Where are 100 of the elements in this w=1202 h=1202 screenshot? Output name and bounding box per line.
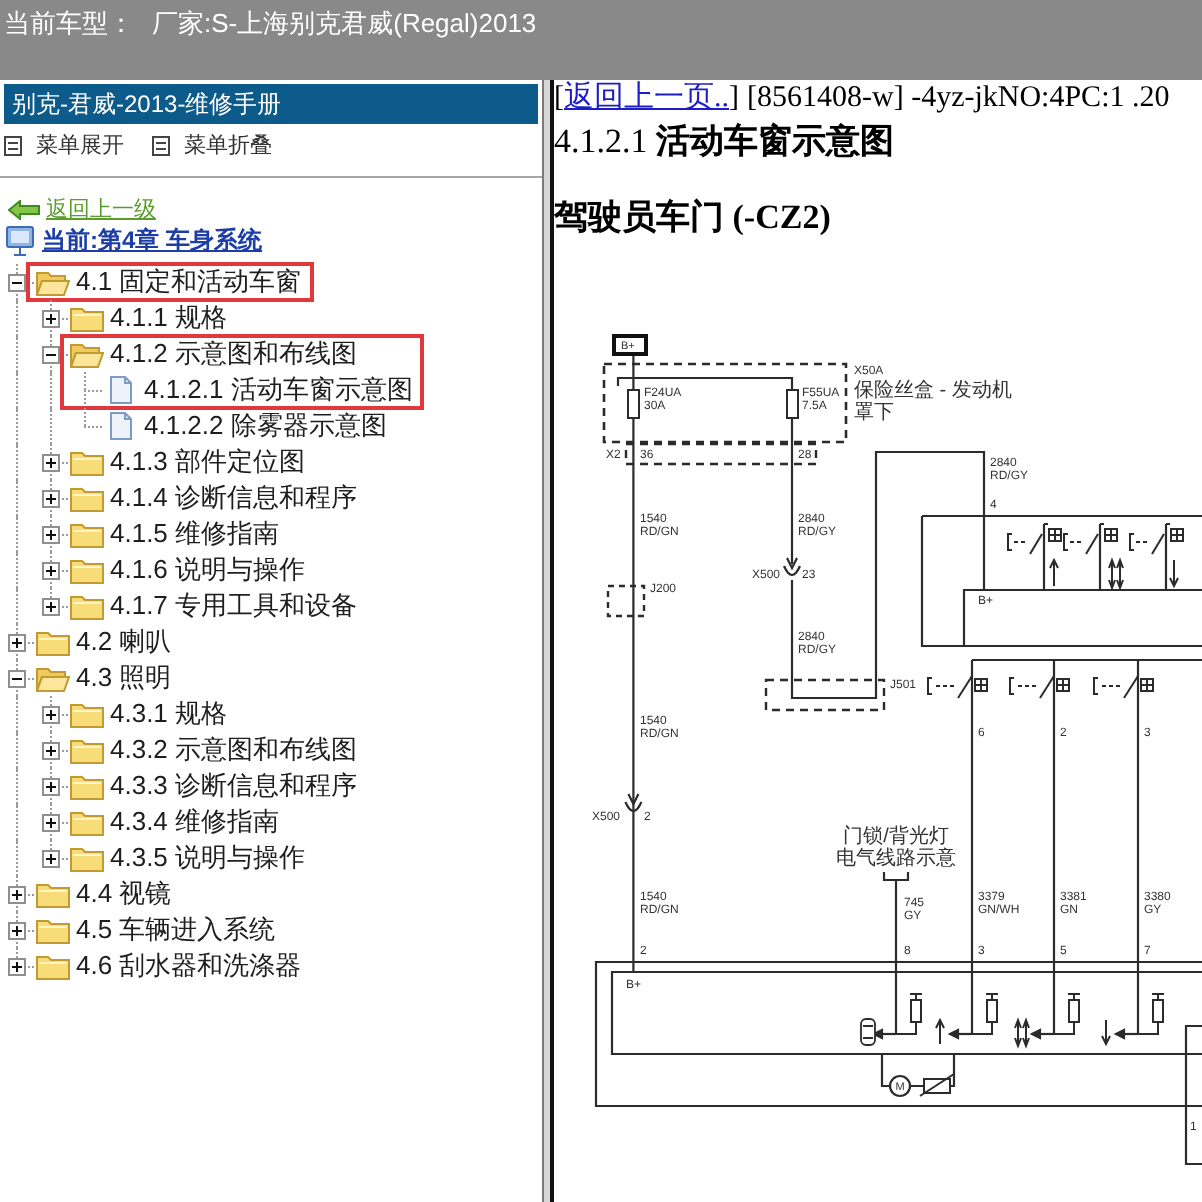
switch-symbol: [1063, 533, 1099, 555]
folder-icon: [69, 701, 103, 727]
folder-icon: [69, 845, 103, 871]
expand-icon[interactable]: [42, 454, 60, 472]
diagram-label: 门锁/背光灯 电气线路示意: [836, 826, 956, 870]
section-title: 驾驶员车门 (-CZ2): [554, 196, 833, 240]
actuator-icon: [1104, 528, 1118, 542]
expand-icon[interactable]: [42, 850, 60, 868]
open-folder-icon: [35, 665, 69, 691]
computer-icon: [6, 225, 34, 255]
terminal-box: [612, 334, 648, 356]
connector-symbol: [624, 792, 643, 813]
back-arrow-icon: [8, 200, 40, 220]
actuator-icon: [974, 678, 988, 692]
folder-icon: [69, 809, 103, 835]
down-arrow-icon: [1169, 559, 1179, 589]
up-arrow-icon: [1049, 557, 1059, 587]
expand-icon[interactable]: [8, 958, 26, 976]
up-arrow-icon: [935, 1017, 945, 1045]
list-icon: [152, 136, 170, 156]
open-folder-icon: [35, 269, 69, 295]
expand-icon[interactable]: [42, 778, 60, 796]
sensor-symbol: [919, 1073, 955, 1097]
document-id: [8561408-w] -4yz-jkNO:4PC:1 .20: [747, 82, 1170, 116]
vehicle-label: 当前车型：: [4, 8, 134, 40]
expand-icon[interactable]: [42, 310, 60, 328]
tree-item[interactable]: 4.4 视镜: [76, 878, 172, 910]
double-arrow-icon: [1014, 1017, 1030, 1049]
car-icon: [860, 1018, 876, 1046]
tree-item[interactable]: 4.5 车辆进入系统: [76, 914, 276, 946]
tree-item[interactable]: 4.1.1 规格: [110, 302, 228, 334]
expand-icon[interactable]: [42, 814, 60, 832]
expand-icon[interactable]: [42, 562, 60, 580]
folder-icon: [69, 593, 103, 619]
folder-icon: [69, 485, 103, 511]
motor-symbol: [888, 1074, 912, 1098]
fuse-symbol: [786, 389, 799, 419]
folder-icon: [69, 737, 103, 763]
folder-icon: [35, 881, 69, 907]
actuator-icon: [1048, 528, 1062, 542]
expand-icon[interactable]: [8, 922, 26, 940]
expand-icon[interactable]: [42, 490, 60, 508]
tree-item[interactable]: 4.1.2 示意图和布线图: [110, 338, 358, 370]
splice-outline: [606, 584, 646, 618]
folder-icon: [69, 773, 103, 799]
double-arrow-icon: [1108, 557, 1124, 591]
tree-item[interactable]: 4.1.6 说明与操作: [110, 554, 306, 586]
expand-icon[interactable]: [8, 886, 26, 904]
page-title: 4.1.2.1 活动车窗示意图: [554, 120, 896, 164]
page-icon: [109, 412, 131, 440]
folder-icon: [69, 521, 103, 547]
connector-symbol: [782, 556, 802, 577]
resistor-symbol: [895, 993, 923, 1035]
actuator-icon: [1056, 678, 1070, 692]
resistor-symbol: [1137, 993, 1165, 1035]
tree-item[interactable]: 4.1.2.1 活动车窗示意图: [144, 374, 413, 406]
collapse-icon[interactable]: [8, 274, 26, 292]
tree-item[interactable]: 4.1.4 诊断信息和程序: [110, 482, 358, 514]
expand-icon[interactable]: [42, 706, 60, 724]
collapse-icon[interactable]: [8, 670, 26, 688]
expand-icon[interactable]: [8, 634, 26, 652]
vehicle-name: 厂家:S-上海别克君威(Regal)2013: [152, 8, 537, 40]
switch-symbol: [1009, 675, 1055, 699]
splice-outline: [764, 678, 886, 712]
diagram-label: 保险丝盒 - 发动机 罩下: [854, 380, 1012, 424]
tree-item[interactable]: 4.3.5 说明与操作: [110, 842, 306, 874]
folder-icon: [35, 629, 69, 655]
open-folder-icon: [69, 341, 103, 367]
folder-icon: [35, 953, 69, 979]
actuator-icon: [1170, 528, 1184, 542]
actuator-icon: [1140, 678, 1154, 692]
sidebar-title: 别克-君威-2013-维修手册: [4, 84, 538, 124]
down-arrow-icon: [1101, 1019, 1111, 1047]
tree-item[interactable]: 4.1.3 部件定位图: [110, 446, 306, 478]
expand-icon[interactable]: [42, 598, 60, 616]
tree-item[interactable]: 4.3.3 诊断信息和程序: [110, 770, 358, 802]
folder-icon: [69, 305, 103, 331]
tree-item[interactable]: 4.3 照明: [76, 662, 172, 694]
tree-item[interactable]: 4.6 刮水器和洗涤器: [76, 950, 302, 982]
folder-icon: [69, 449, 103, 475]
expand-icon[interactable]: [42, 526, 60, 544]
switch-symbol: [1093, 675, 1139, 699]
menu-toggle-button[interactable]: 菜单展开: [4, 129, 124, 163]
tree-item[interactable]: 4.1 固定和活动车窗: [76, 266, 302, 298]
switch-symbol: [1007, 533, 1043, 555]
tree-item[interactable]: 4.2 喇叭: [76, 626, 172, 658]
tree-item[interactable]: 4.1.7 专用工具和设备: [110, 590, 358, 622]
back-link[interactable]: [返回上一页..]: [554, 82, 739, 116]
tree-item[interactable]: 4.3.2 示意图和布线图: [110, 734, 358, 766]
tree-item[interactable]: 4.1.2.2 除雾器示意图: [144, 410, 387, 442]
menu-toggle-button[interactable]: 菜单折叠: [152, 129, 272, 163]
collapse-icon[interactable]: [42, 346, 60, 364]
tree-item[interactable]: 4.3.4 维修指南: [110, 806, 280, 838]
tree-item[interactable]: 4.1.5 维修指南: [110, 518, 280, 550]
chapter-link[interactable]: 当前:第4章 车身系统: [42, 222, 263, 258]
expand-icon[interactable]: [42, 742, 60, 760]
switch-symbol: [927, 675, 973, 699]
tree-item[interactable]: 4.3.1 规格: [110, 698, 228, 730]
folder-icon: [69, 557, 103, 583]
resistor-symbol: [971, 993, 999, 1035]
